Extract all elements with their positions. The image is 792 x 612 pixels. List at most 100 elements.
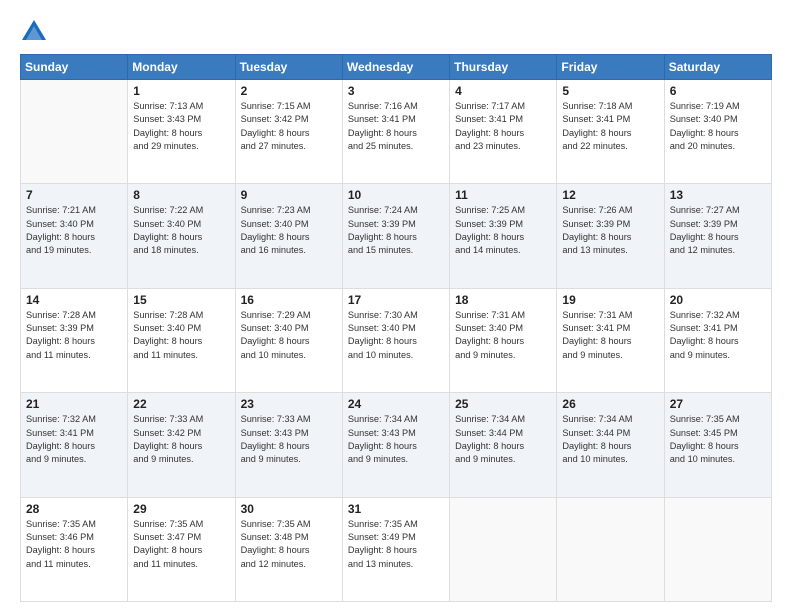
calendar-day-cell: 31 Sunrise: 7:35 AM Sunset: 3:49 PM Dayli… [342,497,449,601]
calendar-day-cell: 23 Sunrise: 7:33 AM Sunset: 3:43 PM Dayli… [235,393,342,497]
calendar-header-row: SundayMondayTuesdayWednesdayThursdayFrid… [21,55,772,80]
day-number: 12 [562,188,658,202]
calendar-empty-cell [664,497,771,601]
day-info: Sunrise: 7:22 AM Sunset: 3:40 PM Dayligh… [133,204,229,257]
day-info: Sunrise: 7:33 AM Sunset: 3:43 PM Dayligh… [241,413,337,466]
day-header-wednesday: Wednesday [342,55,449,80]
day-number: 11 [455,188,551,202]
day-info: Sunrise: 7:35 AM Sunset: 3:49 PM Dayligh… [348,518,444,571]
day-info: Sunrise: 7:13 AM Sunset: 3:43 PM Dayligh… [133,100,229,153]
day-number: 3 [348,84,444,98]
day-number: 22 [133,397,229,411]
logo-icon [20,18,48,46]
header [20,18,772,46]
calendar-day-cell: 6 Sunrise: 7:19 AM Sunset: 3:40 PM Daylig… [664,80,771,184]
day-number: 1 [133,84,229,98]
day-header-sunday: Sunday [21,55,128,80]
calendar-day-cell: 30 Sunrise: 7:35 AM Sunset: 3:48 PM Dayli… [235,497,342,601]
calendar-day-cell: 25 Sunrise: 7:34 AM Sunset: 3:44 PM Dayli… [450,393,557,497]
day-number: 23 [241,397,337,411]
day-number: 26 [562,397,658,411]
day-number: 5 [562,84,658,98]
day-info: Sunrise: 7:29 AM Sunset: 3:40 PM Dayligh… [241,309,337,362]
day-number: 25 [455,397,551,411]
day-number: 7 [26,188,122,202]
day-info: Sunrise: 7:28 AM Sunset: 3:40 PM Dayligh… [133,309,229,362]
day-info: Sunrise: 7:25 AM Sunset: 3:39 PM Dayligh… [455,204,551,257]
calendar-day-cell: 12 Sunrise: 7:26 AM Sunset: 3:39 PM Dayli… [557,184,664,288]
calendar-empty-cell [21,80,128,184]
calendar-day-cell: 19 Sunrise: 7:31 AM Sunset: 3:41 PM Dayli… [557,288,664,392]
day-info: Sunrise: 7:35 AM Sunset: 3:48 PM Dayligh… [241,518,337,571]
day-number: 28 [26,502,122,516]
day-info: Sunrise: 7:16 AM Sunset: 3:41 PM Dayligh… [348,100,444,153]
day-info: Sunrise: 7:31 AM Sunset: 3:41 PM Dayligh… [562,309,658,362]
day-number: 4 [455,84,551,98]
day-number: 14 [26,293,122,307]
calendar-empty-cell [450,497,557,601]
day-info: Sunrise: 7:28 AM Sunset: 3:39 PM Dayligh… [26,309,122,362]
day-info: Sunrise: 7:34 AM Sunset: 3:44 PM Dayligh… [455,413,551,466]
day-number: 17 [348,293,444,307]
calendar-day-cell: 20Sunrise: 7:32 AM Sunset: 3:41 PM Dayli… [664,288,771,392]
day-number: 24 [348,397,444,411]
calendar-week-row: 14 Sunrise: 7:28 AM Sunset: 3:39 PM Dayli… [21,288,772,392]
calendar-day-cell: 27 Sunrise: 7:35 AM Sunset: 3:45 PM Dayli… [664,393,771,497]
calendar-day-cell: 3 Sunrise: 7:16 AM Sunset: 3:41 PM Daylig… [342,80,449,184]
day-info: Sunrise: 7:18 AM Sunset: 3:41 PM Dayligh… [562,100,658,153]
calendar-day-cell: 22 Sunrise: 7:33 AM Sunset: 3:42 PM Dayli… [128,393,235,497]
day-number: 18 [455,293,551,307]
day-number: 2 [241,84,337,98]
day-info: Sunrise: 7:35 AM Sunset: 3:47 PM Dayligh… [133,518,229,571]
day-header-tuesday: Tuesday [235,55,342,80]
day-info: Sunrise: 7:26 AM Sunset: 3:39 PM Dayligh… [562,204,658,257]
day-info: Sunrise: 7:27 AM Sunset: 3:39 PM Dayligh… [670,204,766,257]
calendar-day-cell: 7 Sunrise: 7:21 AM Sunset: 3:40 PM Daylig… [21,184,128,288]
day-header-saturday: Saturday [664,55,771,80]
calendar-day-cell: 10 Sunrise: 7:24 AM Sunset: 3:39 PM Dayli… [342,184,449,288]
day-number: 31 [348,502,444,516]
calendar-table: SundayMondayTuesdayWednesdayThursdayFrid… [20,54,772,602]
day-header-monday: Monday [128,55,235,80]
day-number: 10 [348,188,444,202]
calendar-day-cell: 2Sunrise: 7:15 AM Sunset: 3:42 PM Daylig… [235,80,342,184]
calendar-day-cell: 16Sunrise: 7:29 AM Sunset: 3:40 PM Dayli… [235,288,342,392]
day-info: Sunrise: 7:17 AM Sunset: 3:41 PM Dayligh… [455,100,551,153]
calendar-week-row: 21Sunrise: 7:32 AM Sunset: 3:41 PM Dayli… [21,393,772,497]
day-info: Sunrise: 7:24 AM Sunset: 3:39 PM Dayligh… [348,204,444,257]
day-info: Sunrise: 7:35 AM Sunset: 3:46 PM Dayligh… [26,518,122,571]
calendar-day-cell: 5 Sunrise: 7:18 AM Sunset: 3:41 PM Daylig… [557,80,664,184]
day-info: Sunrise: 7:23 AM Sunset: 3:40 PM Dayligh… [241,204,337,257]
day-number: 19 [562,293,658,307]
day-number: 9 [241,188,337,202]
day-number: 21 [26,397,122,411]
calendar-day-cell: 13Sunrise: 7:27 AM Sunset: 3:39 PM Dayli… [664,184,771,288]
calendar-day-cell: 17 Sunrise: 7:30 AM Sunset: 3:40 PM Dayli… [342,288,449,392]
calendar-day-cell: 14 Sunrise: 7:28 AM Sunset: 3:39 PM Dayli… [21,288,128,392]
day-number: 29 [133,502,229,516]
calendar-day-cell: 26 Sunrise: 7:34 AM Sunset: 3:44 PM Dayli… [557,393,664,497]
calendar-day-cell: 29 Sunrise: 7:35 AM Sunset: 3:47 PM Dayli… [128,497,235,601]
calendar-day-cell: 24Sunrise: 7:34 AM Sunset: 3:43 PM Dayli… [342,393,449,497]
calendar-week-row: 28 Sunrise: 7:35 AM Sunset: 3:46 PM Dayli… [21,497,772,601]
day-number: 20 [670,293,766,307]
calendar-day-cell: 28 Sunrise: 7:35 AM Sunset: 3:46 PM Dayli… [21,497,128,601]
calendar-week-row: 7 Sunrise: 7:21 AM Sunset: 3:40 PM Daylig… [21,184,772,288]
day-info: Sunrise: 7:30 AM Sunset: 3:40 PM Dayligh… [348,309,444,362]
day-number: 30 [241,502,337,516]
calendar-week-row: 1 Sunrise: 7:13 AM Sunset: 3:43 PM Daylig… [21,80,772,184]
day-number: 27 [670,397,766,411]
day-info: Sunrise: 7:21 AM Sunset: 3:40 PM Dayligh… [26,204,122,257]
day-info: Sunrise: 7:33 AM Sunset: 3:42 PM Dayligh… [133,413,229,466]
day-info: Sunrise: 7:19 AM Sunset: 3:40 PM Dayligh… [670,100,766,153]
day-header-thursday: Thursday [450,55,557,80]
day-number: 15 [133,293,229,307]
day-info: Sunrise: 7:35 AM Sunset: 3:45 PM Dayligh… [670,413,766,466]
day-info: Sunrise: 7:31 AM Sunset: 3:40 PM Dayligh… [455,309,551,362]
day-number: 6 [670,84,766,98]
calendar-day-cell: 21Sunrise: 7:32 AM Sunset: 3:41 PM Dayli… [21,393,128,497]
calendar-empty-cell [557,497,664,601]
day-info: Sunrise: 7:34 AM Sunset: 3:44 PM Dayligh… [562,413,658,466]
day-header-friday: Friday [557,55,664,80]
calendar-day-cell: 4 Sunrise: 7:17 AM Sunset: 3:41 PM Daylig… [450,80,557,184]
